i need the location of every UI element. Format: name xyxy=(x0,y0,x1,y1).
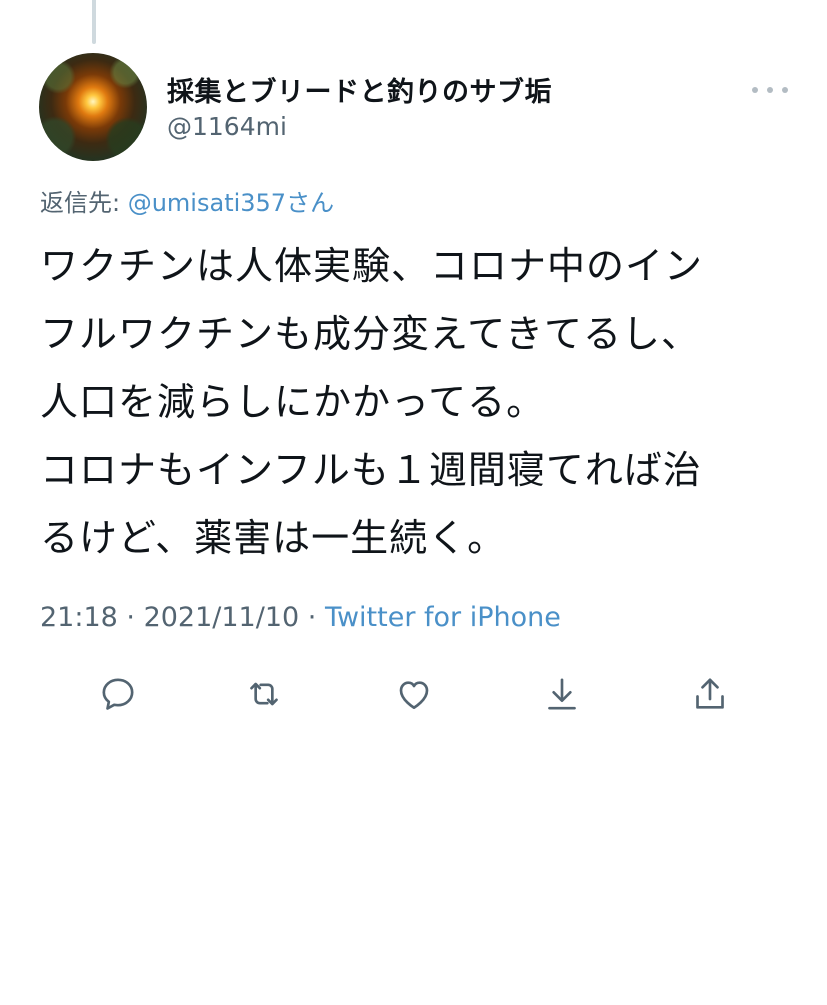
heart-icon xyxy=(399,681,429,709)
reply-mention-link[interactable]: @umisati357 xyxy=(128,189,286,217)
display-name[interactable]: 採集とブリードと釣りのサブ垢 xyxy=(167,70,552,109)
user-handle[interactable]: @1164mi xyxy=(167,112,287,141)
like-button[interactable] xyxy=(392,672,436,716)
tweet-text: ワクチンは人体実験、コロナ中のイン フルワクチンも成分変えてきてるし、 人口を減… xyxy=(40,244,704,560)
tweet-meta: 21:18 · 2021/11/10 · Twitter for iPhone xyxy=(40,602,561,633)
share-icon xyxy=(696,678,724,709)
avatar-image xyxy=(39,53,147,161)
more-options-icon[interactable] xyxy=(752,80,788,100)
tweet-date: 2021/11/10 xyxy=(143,602,300,633)
tweet-source-link[interactable]: Twitter for iPhone xyxy=(325,602,561,633)
download-icon xyxy=(548,678,576,710)
more-dot xyxy=(782,87,788,93)
retweet-icon xyxy=(250,682,278,706)
reply-to-line: 返信先: @umisati357さん xyxy=(40,183,334,218)
tweet-actions-bar xyxy=(96,672,736,720)
retweet-button[interactable] xyxy=(242,672,286,716)
reply-icon xyxy=(102,678,134,710)
reply-button[interactable] xyxy=(96,672,140,716)
more-dot xyxy=(752,87,758,93)
more-dot xyxy=(767,87,773,93)
avatar[interactable] xyxy=(39,53,147,161)
tweet-time: 21:18 xyxy=(40,602,118,633)
share-button[interactable] xyxy=(688,672,732,716)
save-button[interactable] xyxy=(540,672,584,716)
thread-connector-line xyxy=(92,0,96,44)
meta-separator: · xyxy=(299,602,325,633)
reply-honorific: さん xyxy=(286,189,335,217)
reply-to-label: 返信先: xyxy=(40,189,128,217)
meta-separator: · xyxy=(117,602,144,633)
